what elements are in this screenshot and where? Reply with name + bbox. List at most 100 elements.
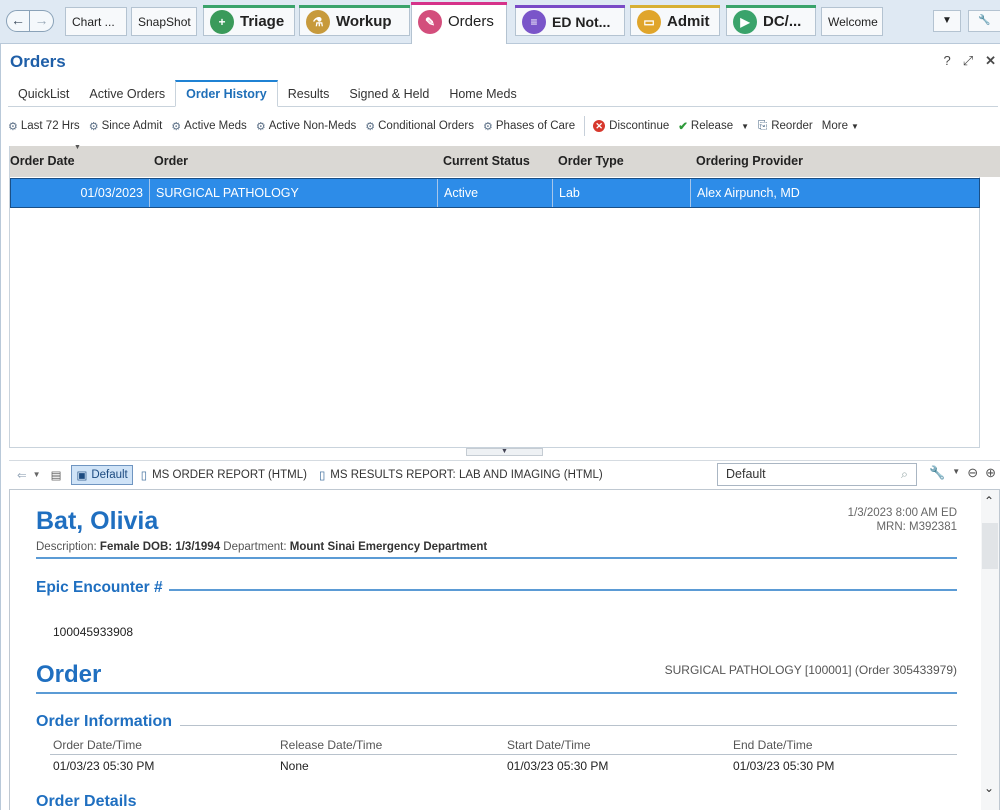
tab-discharge[interactable]: ▶ DC/... bbox=[726, 5, 816, 36]
document-icon: ▯ bbox=[140, 469, 148, 482]
tab-chart-review[interactable]: Chart ... bbox=[65, 7, 127, 36]
workup-icon: ⚗ bbox=[306, 9, 330, 34]
divider bbox=[180, 725, 957, 726]
col-current-status[interactable]: Current Status bbox=[443, 154, 530, 168]
report-viewer: Bat, Olivia Description: Female DOB: 1/3… bbox=[9, 489, 1000, 810]
filter-label: Conditional Orders bbox=[378, 120, 475, 132]
label-release-datetime: Release Date/Time bbox=[280, 738, 383, 752]
chevron-down-icon[interactable]: ⌄ bbox=[984, 781, 994, 795]
discontinue-button[interactable]: ✕ Discontinue bbox=[593, 120, 669, 132]
value-release-datetime: None bbox=[280, 759, 309, 773]
col-order-date[interactable]: Order Date bbox=[10, 154, 75, 168]
chevron-down-icon[interactable]: ▼ bbox=[952, 465, 960, 481]
pane-splitter[interactable]: ▼ bbox=[466, 448, 543, 456]
more-button[interactable]: More ▼ bbox=[822, 120, 859, 132]
chevron-down-icon[interactable]: ▼ bbox=[33, 470, 41, 479]
tab-results[interactable]: Results bbox=[278, 80, 340, 107]
discharge-icon: ▶ bbox=[733, 9, 757, 34]
col-ordering-provider[interactable]: Ordering Provider bbox=[696, 154, 803, 168]
divider bbox=[120, 589, 957, 591]
tab-label: Workup bbox=[336, 13, 392, 30]
chevron-down-icon: ▼ bbox=[942, 15, 952, 26]
chevron-up-icon[interactable]: ⌃ bbox=[984, 494, 994, 508]
document-icon: ▯ bbox=[318, 469, 326, 482]
zoom-in-icon[interactable]: ⊕ bbox=[985, 465, 996, 481]
tab-label: Triage bbox=[240, 13, 285, 30]
table-row[interactable]: 01/03/2023 SURGICAL PATHOLOGY Active Lab… bbox=[10, 178, 980, 208]
stop-icon: ✕ bbox=[593, 120, 606, 132]
patient-name: Bat, Olivia bbox=[36, 507, 159, 535]
history-nav: ← → bbox=[6, 10, 54, 32]
tab-snapshot[interactable]: SnapShot bbox=[131, 7, 197, 36]
copy-icon[interactable]: ▤ bbox=[51, 468, 62, 482]
back-arrow-icon[interactable]: ⇐ bbox=[17, 468, 27, 482]
chevron-down-icon[interactable]: ▼ bbox=[741, 122, 749, 131]
tab-label: ED Not... bbox=[552, 13, 611, 30]
col-order[interactable]: Order bbox=[154, 154, 188, 168]
discontinue-label: Discontinue bbox=[609, 120, 670, 132]
tab-orders[interactable]: ✎ Orders bbox=[411, 2, 507, 44]
filter-last-72-hrs[interactable]: ⚙ Last 72 Hrs bbox=[8, 120, 80, 133]
checkmark-icon: ✔ bbox=[678, 121, 688, 133]
gears-icon: ⚙ bbox=[8, 120, 18, 133]
gears-icon: ⚙ bbox=[171, 120, 182, 133]
filter-active-meds[interactable]: ⚙ Active Meds bbox=[171, 120, 247, 133]
release-button[interactable]: ✔ Release ▼ bbox=[678, 119, 749, 133]
cell-type: Lab bbox=[553, 179, 691, 207]
report-tools: 🔧 ▼ ⊖ ⊕ bbox=[929, 465, 996, 481]
tab-welcome[interactable]: Welcome bbox=[821, 7, 883, 36]
help-icon[interactable]: ? bbox=[943, 53, 950, 69]
report-search-input[interactable]: Default ⌕ bbox=[717, 463, 917, 486]
tab-quicklist[interactable]: QuickList bbox=[8, 80, 79, 107]
tab-active-orders[interactable]: Active Orders bbox=[79, 80, 175, 107]
tools-button[interactable]: 🔧 bbox=[968, 10, 1000, 32]
zoom-out-icon[interactable]: ⊖ bbox=[967, 465, 978, 481]
dept-label: Department: bbox=[223, 541, 287, 553]
notes-icon: ≡ bbox=[522, 9, 546, 34]
tab-signed-held[interactable]: Signed & Held bbox=[339, 80, 439, 107]
filter-since-admit[interactable]: ⚙ Since Admit bbox=[89, 120, 163, 133]
close-icon[interactable]: ✕ bbox=[985, 53, 996, 69]
tab-label: DC/... bbox=[763, 13, 802, 30]
expand-icon[interactable]: ⤢ bbox=[963, 53, 973, 69]
order-information-heading: Order Information bbox=[36, 713, 179, 731]
tab-overflow-button[interactable]: ▼ bbox=[933, 10, 961, 32]
filter-conditional-orders[interactable]: ⚙ Conditional Orders bbox=[365, 120, 474, 133]
tab-ed-notes[interactable]: ≡ ED Not... bbox=[515, 5, 625, 36]
order-heading: Order bbox=[36, 661, 108, 689]
tab-home-meds[interactable]: Home Meds bbox=[439, 80, 526, 107]
gears-icon: ⚙ bbox=[365, 120, 376, 133]
order-details-heading: Order Details bbox=[36, 793, 143, 810]
encounter-info: 1/3/2023 8:00 AM ED MRN: M392381 bbox=[848, 506, 957, 534]
order-subtabs: QuickList Active Orders Order History Re… bbox=[8, 80, 998, 107]
filter-label: Last 72 Hrs bbox=[20, 120, 80, 132]
cell-order: SURGICAL PATHOLOGY bbox=[150, 179, 438, 207]
scroll-thumb[interactable] bbox=[982, 523, 998, 569]
reorder-button[interactable]: ⎘ Reorder bbox=[758, 120, 813, 133]
encounter-datetime: 1/3/2023 8:00 AM ED bbox=[847, 507, 957, 519]
ms-order-report-button[interactable]: ▯ MS ORDER REPORT (HTML) bbox=[141, 468, 307, 482]
wrench-icon: 🔧 bbox=[978, 15, 991, 26]
order-summary: SURGICAL PATHOLOGY [100001] (Order 30543… bbox=[664, 663, 957, 677]
cell-order-date: 01/03/2023 bbox=[11, 179, 150, 207]
desc-label: Description: bbox=[36, 541, 97, 553]
tab-label: Welcome bbox=[828, 14, 878, 29]
dept-value: Mount Sinai Emergency Department bbox=[289, 541, 488, 553]
col-order-type[interactable]: Order Type bbox=[558, 154, 624, 168]
gears-icon: ⚙ bbox=[255, 120, 266, 133]
tab-order-history[interactable]: Order History bbox=[175, 80, 278, 107]
default-report-button[interactable]: ▣ Default bbox=[71, 464, 133, 485]
divider bbox=[50, 754, 957, 755]
search-icon[interactable]: ⌕ bbox=[901, 464, 908, 485]
ms-results-report-button[interactable]: ▯ MS RESULTS REPORT: LAB AND IMAGING (HTM… bbox=[319, 468, 603, 482]
tab-workup[interactable]: ⚗ Workup bbox=[299, 5, 410, 36]
back-button[interactable]: ← bbox=[6, 10, 30, 32]
filter-active-non-meds[interactable]: ⚙ Active Non-Meds bbox=[256, 120, 356, 133]
tab-label: SnapShot bbox=[138, 14, 191, 29]
wrench-icon[interactable]: 🔧 bbox=[929, 465, 945, 481]
tab-triage[interactable]: + Triage bbox=[203, 5, 295, 36]
filter-phases-of-care[interactable]: ⚙ Phases of Care bbox=[483, 120, 575, 133]
tab-admit[interactable]: ▭ Admit bbox=[630, 5, 720, 36]
report-scrollbar[interactable]: ⌃ ⌄ bbox=[981, 490, 999, 810]
forward-button[interactable]: → bbox=[30, 10, 54, 32]
